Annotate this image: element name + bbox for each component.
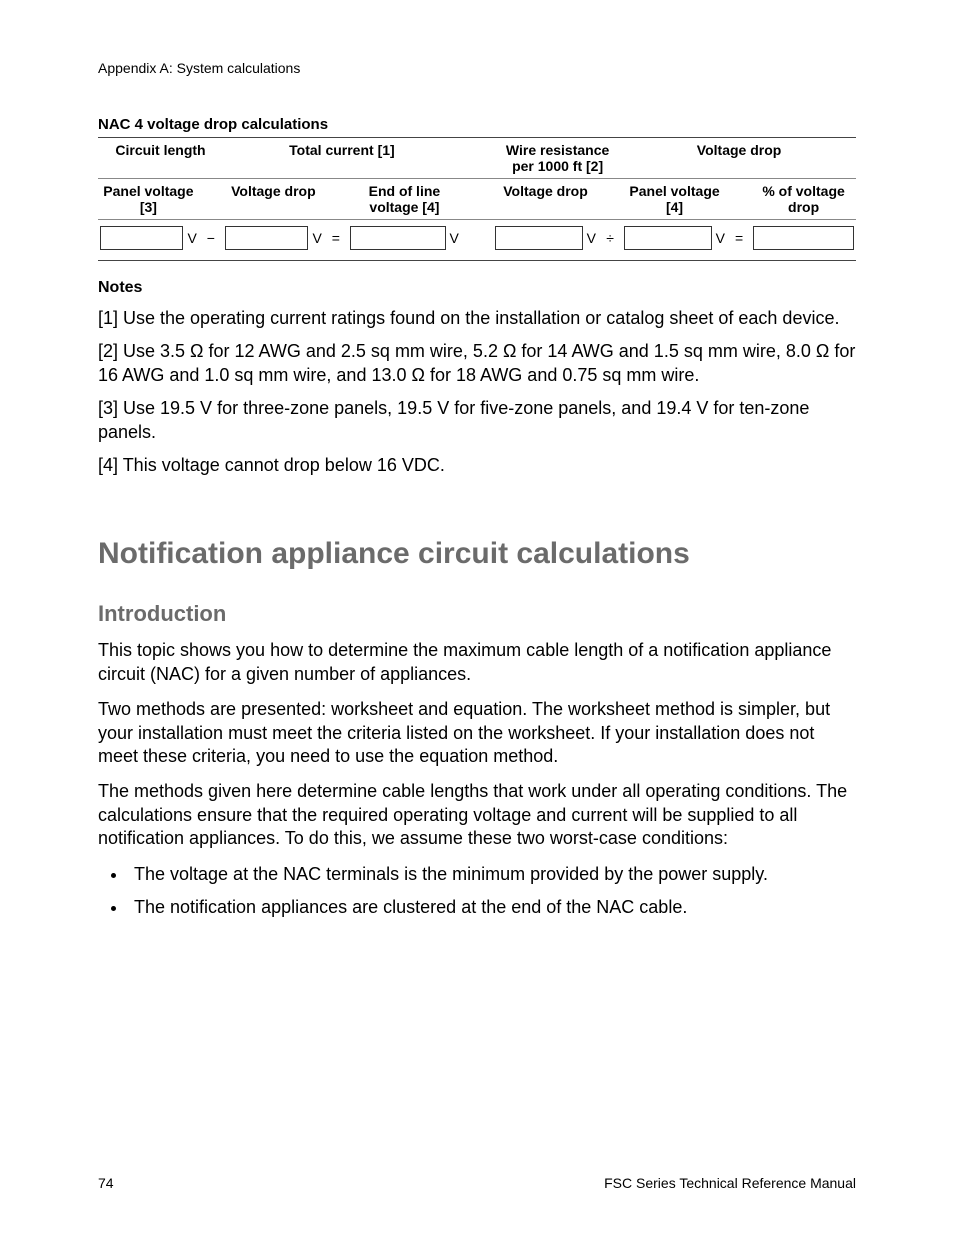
paragraph-1: This topic shows you how to determine th… — [98, 639, 856, 686]
op-equals-1: = — [324, 220, 348, 261]
doc-title: FSC Series Technical Reference Manual — [604, 1175, 856, 1191]
cell-voltage-drop-b: V — [495, 226, 596, 250]
input-panel-voltage-b[interactable] — [624, 226, 711, 250]
hdr-wire-resistance: Wire resistance per 1000 ft [2] — [493, 138, 622, 179]
hdr-total-current: Total current [1] — [223, 138, 461, 179]
subsection-heading: Introduction — [98, 601, 856, 627]
bullet-1: The voltage at the NAC terminals is the … — [128, 862, 856, 886]
hdr-voltage-drop-1: Voltage drop — [622, 138, 856, 179]
op-equals-2: = — [727, 220, 751, 261]
unit-v: V — [585, 230, 596, 246]
op-minus: − — [199, 220, 223, 261]
unit-v: V — [714, 230, 725, 246]
hdr-panel-voltage-3: Panel voltage [3] — [98, 179, 199, 220]
input-voltage-drop-b[interactable] — [495, 226, 582, 250]
input-end-of-line[interactable] — [350, 226, 446, 250]
unit-v: V — [185, 230, 196, 246]
input-percent-drop[interactable] — [753, 226, 854, 250]
note-2: [2] Use 3.5 Ω for 12 AWG and 2.5 sq mm w… — [98, 340, 856, 387]
hdr-end-of-line: End of line voltage [4] — [348, 179, 461, 220]
section-heading: Notification appliance circuit calculati… — [98, 537, 856, 571]
input-voltage-drop-a[interactable] — [225, 226, 308, 250]
footer: 74 FSC Series Technical Reference Manual — [98, 1175, 856, 1191]
bullet-2: The notification appliances are clustere… — [128, 895, 856, 919]
cell-voltage-drop-a: V — [225, 226, 322, 250]
note-1: [1] Use the operating current ratings fo… — [98, 307, 856, 330]
note-4: [4] This voltage cannot drop below 16 VD… — [98, 454, 856, 477]
cell-panel-voltage-b: V — [624, 226, 725, 250]
paragraph-3: The methods given here determine cable l… — [98, 780, 856, 850]
hdr-circuit-length: Circuit length — [98, 138, 223, 179]
paragraph-2: Two methods are presented: worksheet and… — [98, 698, 856, 768]
cell-end-of-line: V — [350, 226, 459, 250]
cell-percent-drop — [753, 226, 854, 250]
notes-heading: Notes — [98, 279, 856, 297]
hdr-voltage-drop-2: Voltage drop — [223, 179, 324, 220]
calc-table: Circuit length Total current [1] Wire re… — [98, 137, 856, 261]
hdr-voltage-drop-3: Voltage drop — [493, 179, 598, 220]
hdr-percent-drop: % of voltage drop — [751, 179, 856, 220]
cell-panel-voltage: V — [100, 226, 197, 250]
running-header: Appendix A: System calculations — [98, 60, 856, 76]
bullet-list: The voltage at the NAC terminals is the … — [98, 862, 856, 919]
hdr-panel-voltage-4: Panel voltage [4] — [622, 179, 727, 220]
op-divide: ÷ — [598, 220, 622, 261]
note-3: [3] Use 19.5 V for three-zone panels, 19… — [98, 397, 856, 444]
unit-v: V — [448, 230, 459, 246]
table-title: NAC 4 voltage drop calculations — [98, 116, 856, 133]
page-number: 74 — [98, 1175, 114, 1191]
page: Appendix A: System calculations NAC 4 vo… — [0, 0, 954, 1235]
unit-v: V — [310, 230, 321, 246]
input-panel-voltage[interactable] — [100, 226, 183, 250]
